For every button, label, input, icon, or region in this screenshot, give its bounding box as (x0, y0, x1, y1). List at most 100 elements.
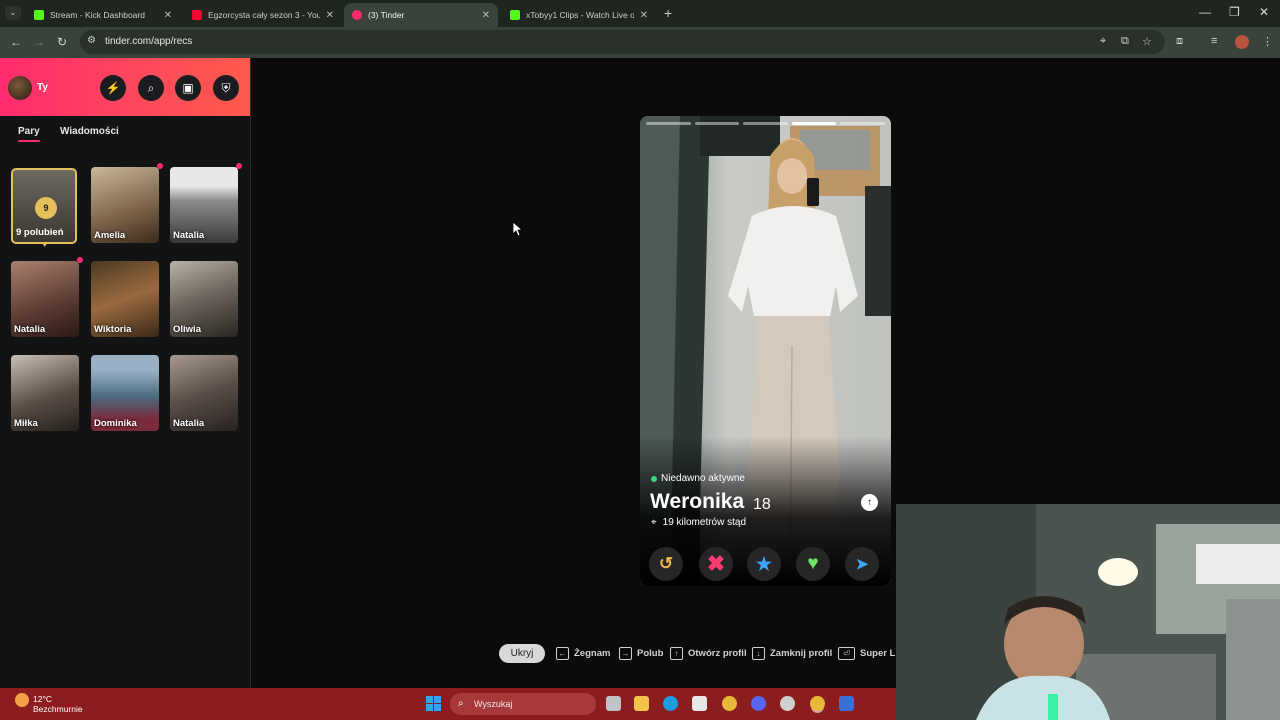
site-info-icon[interactable]: ⚙ (87, 35, 96, 46)
minimize-button[interactable]: — (1199, 5, 1211, 19)
unread-dot (157, 163, 163, 169)
distance-text: 19 kilometrów stąd (662, 517, 747, 528)
super-like-star-icon[interactable]: ★ (747, 547, 781, 581)
browser-toolbar: ← → ↻ ⚙ tinder.com/app/recs ⌖ ⧉ ☆ ⧈ ≡ ⋮ (0, 27, 1280, 58)
weather-icon[interactable] (15, 693, 29, 707)
arrow-down-key-icon: ↓ (752, 647, 765, 660)
photo-bar[interactable] (743, 122, 788, 125)
obs-icon[interactable] (780, 696, 795, 711)
sidebar-header: Ty ⚡ ⌕ ▣ ⛨ (0, 58, 250, 116)
likes-you-card[interactable]: 9 9 polubień ♥ (11, 168, 77, 249)
close-window-button[interactable]: ✕ (1259, 5, 1269, 19)
search-icon: ⌕ (458, 698, 464, 709)
shortcut-label: Żegnam (574, 648, 611, 659)
shortcut-close-profile[interactable]: ↓ Zamknij profil (752, 647, 832, 660)
photo-bar[interactable] (646, 122, 691, 125)
close-icon[interactable]: ✕ (164, 10, 172, 21)
user-name[interactable]: Ty (37, 82, 48, 93)
match-card[interactable]: Miłka (11, 355, 79, 431)
search-placeholder: Wyszukaj (474, 699, 513, 709)
file-explorer-icon[interactable] (634, 696, 649, 711)
send-message-icon[interactable]: ➤ (845, 547, 879, 581)
discord-icon[interactable] (751, 696, 766, 711)
photo-bar[interactable] (791, 122, 837, 125)
shortcut-super-like[interactable]: ⏎ Super Li (838, 647, 898, 660)
install-app-icon[interactable]: ⧉ (1121, 35, 1129, 48)
enter-key-icon: ⏎ (838, 647, 855, 660)
open-profile-arrow-icon[interactable]: ↑ (861, 494, 878, 511)
taskbar-search[interactable]: ⌕ Wyszukaj (450, 693, 596, 715)
restore-button[interactable]: ❐ (1229, 5, 1240, 19)
nope-x-icon[interactable]: ✖ (699, 547, 733, 581)
app-icon[interactable] (839, 696, 854, 711)
explore-icon[interactable]: ⌕ (138, 75, 164, 101)
rewind-icon[interactable]: ↺ (649, 547, 683, 581)
webcam-overlay (896, 504, 1280, 720)
reload-icon[interactable]: ↻ (57, 35, 67, 49)
boost-lightning-icon[interactable]: ⚡ (100, 75, 126, 101)
forward-arrow-icon[interactable]: → (33, 35, 45, 49)
shortcut-like[interactable]: → Polub (619, 647, 663, 660)
avatar[interactable] (8, 76, 32, 100)
unread-dot (77, 257, 83, 263)
hide-shortcuts-button[interactable]: Ukryj (499, 644, 545, 663)
tab-title: xTobyy1 Clips - Watch Live on K (526, 10, 634, 20)
tab-tinder[interactable]: (3) Tinder ✕ (344, 3, 498, 27)
match-name: Dominika (94, 418, 137, 429)
bookmark-star-icon[interactable]: ☆ (1142, 35, 1152, 48)
match-name: Wiktoria (94, 324, 132, 335)
match-card[interactable]: Amelia (91, 167, 159, 243)
photo-bar[interactable] (840, 122, 885, 125)
windows-start-icon[interactable] (426, 696, 441, 711)
match-card[interactable]: Natalia (11, 261, 79, 337)
weather-text: Bezchmurnie (33, 704, 83, 714)
close-icon[interactable]: ✕ (482, 10, 490, 21)
match-card[interactable]: Dominika (91, 355, 159, 431)
back-arrow-icon[interactable]: ← (10, 35, 22, 49)
shortcut-label: Polub (637, 648, 664, 659)
match-name: Amelia (94, 230, 126, 241)
shortcut-label: Super Li (860, 648, 899, 659)
address-bar[interactable]: ⚙ tinder.com/app/recs ⌖ ⧉ ☆ (80, 30, 1165, 54)
tab-search-button[interactable]: ⌄ (5, 6, 21, 20)
edge-browser-icon[interactable] (663, 696, 678, 711)
match-name: Oliwia (173, 324, 201, 335)
close-icon[interactable]: ✕ (640, 10, 648, 21)
menu-dots-icon[interactable]: ⋮ (1262, 35, 1273, 48)
tab-youtube[interactable]: Egzorcysta cały sezon 3 - YouTu ✕ (184, 3, 342, 27)
media-controls-icon[interactable]: ≡ (1211, 35, 1217, 47)
tab-messages[interactable]: Wiadomości (60, 126, 119, 137)
youtube-icon (192, 10, 202, 20)
kick-icon (34, 10, 44, 20)
task-view-icon[interactable] (606, 696, 621, 711)
photo-bar[interactable] (694, 122, 740, 125)
shortcut-nope[interactable]: ← Żegnam (556, 647, 610, 660)
like-heart-icon[interactable]: ♥ (796, 547, 830, 581)
heart-icon: ♥ (42, 239, 48, 249)
profile-card[interactable]: Niedawno aktywne Weronika 18 ⌖ 19 kilome… (640, 116, 891, 586)
tab-matches[interactable]: Pary (18, 126, 40, 142)
safety-shield-icon[interactable]: ⛨ (213, 75, 239, 101)
location-icon[interactable]: ⌖ (1100, 35, 1106, 48)
chrome-icon[interactable] (722, 696, 737, 711)
match-card[interactable]: Oliwia (170, 261, 238, 337)
tab-kick-dashboard[interactable]: Stream - Kick Dashboard ✕ (26, 3, 180, 27)
tab-kick-clips[interactable]: xTobyy1 Clips - Watch Live on K ✕ (502, 3, 656, 27)
chrome-active-icon[interactable] (810, 696, 825, 711)
match-card[interactable]: Natalia (170, 355, 238, 431)
weather-widget[interactable]: 12°C Bezchmurnie (33, 694, 83, 714)
match-card[interactable]: Natalia (170, 167, 238, 243)
new-tab-button[interactable]: + (664, 5, 672, 21)
briefcase-icon[interactable]: ▣ (175, 75, 201, 101)
profile-name: Weronika (650, 490, 745, 513)
unread-dot (236, 163, 242, 169)
shortcut-label: Otwórz profil (688, 648, 747, 659)
shortcut-open-profile[interactable]: ↑ Otwórz profil (670, 647, 747, 660)
profile-avatar[interactable] (1235, 35, 1249, 49)
match-name: Miłka (14, 418, 38, 429)
close-icon[interactable]: ✕ (326, 10, 334, 21)
extensions-icon[interactable]: ⧈ (1176, 35, 1183, 48)
match-card[interactable]: Wiktoria (91, 261, 159, 337)
arrow-up-key-icon: ↑ (670, 647, 683, 660)
store-icon[interactable] (692, 696, 707, 711)
